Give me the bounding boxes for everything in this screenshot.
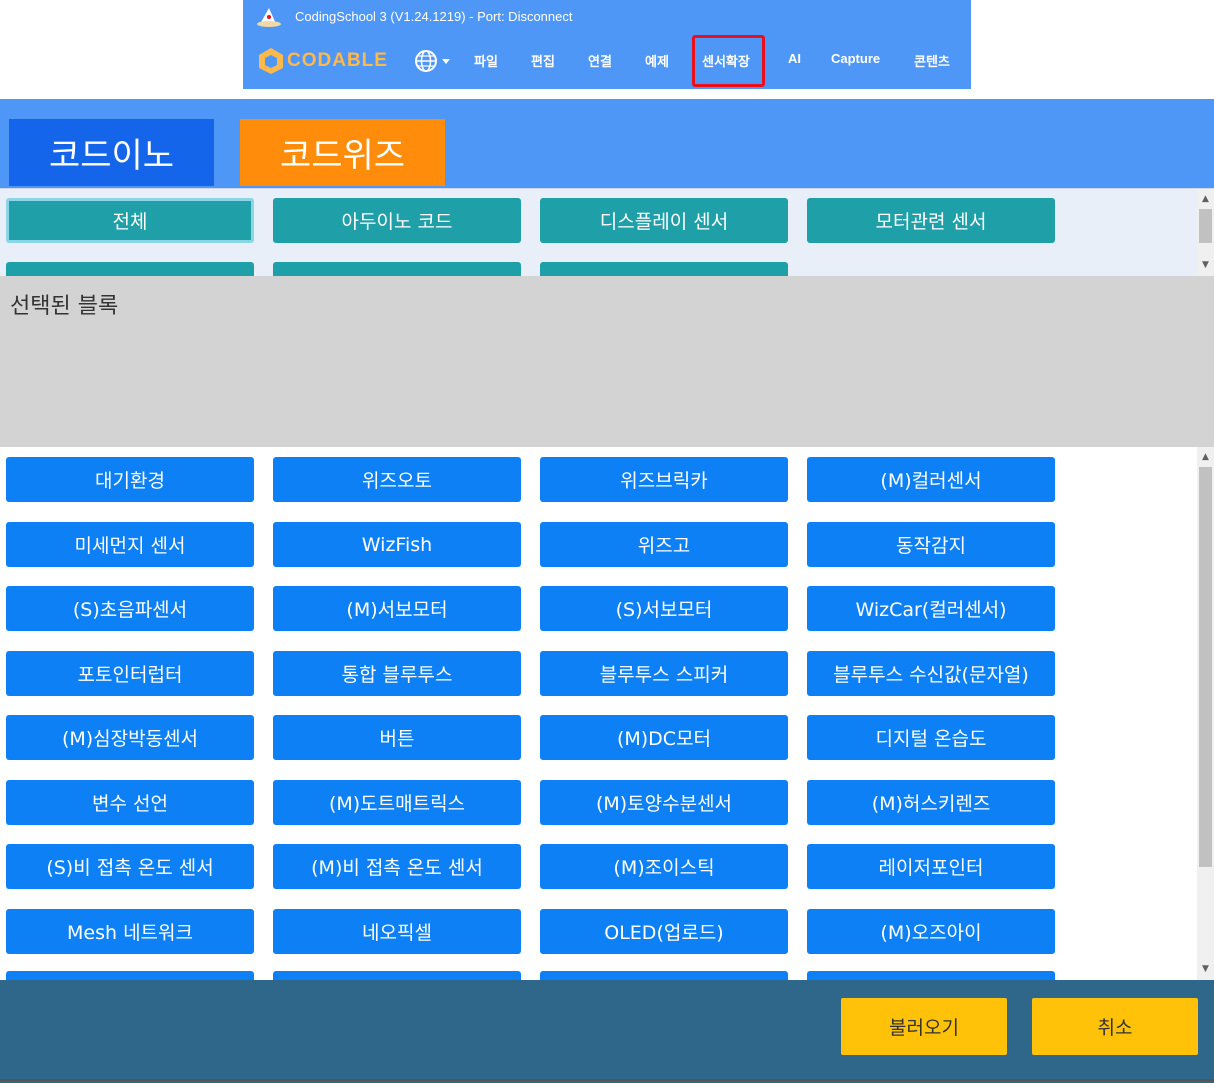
category-all-button[interactable]: 전체 <box>6 198 254 243</box>
category-panel: 전체 아두이노 코드 디스플레이 센서 모터관련 센서 ▲ ▼ <box>0 188 1214 277</box>
block-button[interactable]: (M)심장박동센서 <box>6 715 254 760</box>
block-button[interactable]: 미세먼지 센서 <box>6 522 254 567</box>
block-button[interactable]: (S)서보모터 <box>540 586 788 631</box>
menu-ai[interactable]: AI <box>788 51 801 66</box>
block-button[interactable]: 네오픽셀 <box>273 909 521 954</box>
block-button[interactable]: (S)초음파센서 <box>6 586 254 631</box>
scroll-down-arrow-icon[interactable]: ▼ <box>1197 961 1214 977</box>
globe-icon[interactable] <box>413 48 453 74</box>
category-button-partial[interactable] <box>540 262 788 277</box>
block-button[interactable]: WizFish <box>273 522 521 567</box>
block-button[interactable]: (M)DC모터 <box>540 715 788 760</box>
block-button[interactable]: 변수 선언 <box>6 780 254 825</box>
block-button[interactable]: 포토인터럽터 <box>6 651 254 696</box>
block-button[interactable]: 위즈오토 <box>273 457 521 502</box>
tab-codewiz[interactable]: 코드위즈 <box>240 119 445 186</box>
scroll-thumb[interactable] <box>1199 209 1212 243</box>
app-window-header: CodingSchool 3 (V1.24.1219) - Port: Disc… <box>243 0 971 89</box>
selected-blocks-panel: 선택된 블록 <box>0 276 1214 447</box>
block-button[interactable]: 블루투스 스피커 <box>540 651 788 696</box>
block-button[interactable]: 대기환경 <box>6 457 254 502</box>
tab-codino[interactable]: 코드이노 <box>9 119 214 186</box>
selected-blocks-label: 선택된 블록 <box>10 294 119 319</box>
menu-file[interactable]: 파일 <box>474 51 498 70</box>
block-button[interactable]: (M)오즈아이 <box>807 909 1055 954</box>
block-button-partial[interactable] <box>807 971 1055 980</box>
block-button[interactable]: WizCar(컬러센서) <box>807 586 1055 631</box>
block-button[interactable]: 위즈브릭카 <box>540 457 788 502</box>
block-button[interactable]: 버튼 <box>273 715 521 760</box>
block-button[interactable]: (M)서보모터 <box>273 586 521 631</box>
block-button[interactable]: 레이저포인터 <box>807 844 1055 889</box>
board-tab-bar: 코드이노 코드위즈 <box>0 99 1214 188</box>
category-button-partial[interactable] <box>6 262 254 277</box>
block-button[interactable]: 통합 블루투스 <box>273 651 521 696</box>
title-bar: CodingSchool 3 (V1.24.1219) - Port: Disc… <box>243 0 971 34</box>
block-button[interactable]: Mesh 네트워크 <box>6 909 254 954</box>
window-title: CodingSchool 3 (V1.24.1219) - Port: Disc… <box>295 9 573 24</box>
block-button[interactable]: (M)조이스틱 <box>540 844 788 889</box>
block-button[interactable]: (M)컬러센서 <box>807 457 1055 502</box>
window-bottom-border <box>0 1079 1214 1081</box>
block-button-partial[interactable] <box>6 971 254 980</box>
menu-bar: CODABLE 파일 편집 연결 예제 센서확장 AI Capture 콘텐츠 <box>243 34 971 89</box>
cancel-button[interactable]: 취소 <box>1032 998 1198 1055</box>
block-button[interactable]: (S)비 접촉 온도 센서 <box>6 844 254 889</box>
wizard-hat-icon <box>257 8 281 27</box>
block-button-partial[interactable] <box>540 971 788 980</box>
menu-examples[interactable]: 예제 <box>645 51 669 70</box>
category-button-partial[interactable] <box>273 262 521 277</box>
dialog-footer: 불러오기 취소 <box>0 980 1214 1083</box>
scroll-up-arrow-icon[interactable]: ▲ <box>1197 191 1214 207</box>
block-button[interactable]: (M)허스키렌즈 <box>807 780 1055 825</box>
block-list-panel: 대기환경 위즈오토 위즈브릭카 (M)컬러센서미세먼지 센서 WizFish 위즈고 동작감… <box>0 447 1214 980</box>
menu-capture[interactable]: Capture <box>831 51 880 66</box>
load-button[interactable]: 불러오기 <box>841 998 1007 1055</box>
category-display-sensor-button[interactable]: 디스플레이 센서 <box>540 198 788 243</box>
category-motor-sensor-button[interactable]: 모터관련 센서 <box>807 198 1055 243</box>
menu-edit[interactable]: 편집 <box>531 51 555 70</box>
block-button-partial[interactable] <box>273 971 521 980</box>
category-arduino-code-button[interactable]: 아두이노 코드 <box>273 198 521 243</box>
block-list-scrollbar[interactable]: ▲ ▼ <box>1197 447 1214 980</box>
block-button[interactable]: 블루투스 수신값(문자열) <box>807 651 1055 696</box>
scroll-down-arrow-icon[interactable]: ▼ <box>1197 257 1214 273</box>
menu-contents[interactable]: 콘텐츠 <box>914 51 950 70</box>
block-button[interactable]: 위즈고 <box>540 522 788 567</box>
block-button[interactable]: (M)도트매트릭스 <box>273 780 521 825</box>
codable-logo-text: CODABLE <box>287 50 388 71</box>
codable-logo-icon <box>259 48 283 74</box>
category-scrollbar[interactable]: ▲ ▼ <box>1197 189 1214 277</box>
scroll-thumb[interactable] <box>1199 467 1212 867</box>
block-button[interactable]: 디지털 온습도 <box>807 715 1055 760</box>
sensor-extension-dialog: 코드이노 코드위즈 전체 아두이노 코드 디스플레이 센서 모터관련 센서 ▲ … <box>0 99 1214 1083</box>
scroll-up-arrow-icon[interactable]: ▲ <box>1197 449 1214 465</box>
block-button[interactable]: (M)토양수분센서 <box>540 780 788 825</box>
block-button[interactable]: (M)비 접촉 온도 센서 <box>273 844 521 889</box>
block-button[interactable]: OLED(업로드) <box>540 909 788 954</box>
block-button[interactable]: 동작감지 <box>807 522 1055 567</box>
menu-highlight-box <box>692 35 765 87</box>
menu-connect[interactable]: 연결 <box>588 51 612 70</box>
